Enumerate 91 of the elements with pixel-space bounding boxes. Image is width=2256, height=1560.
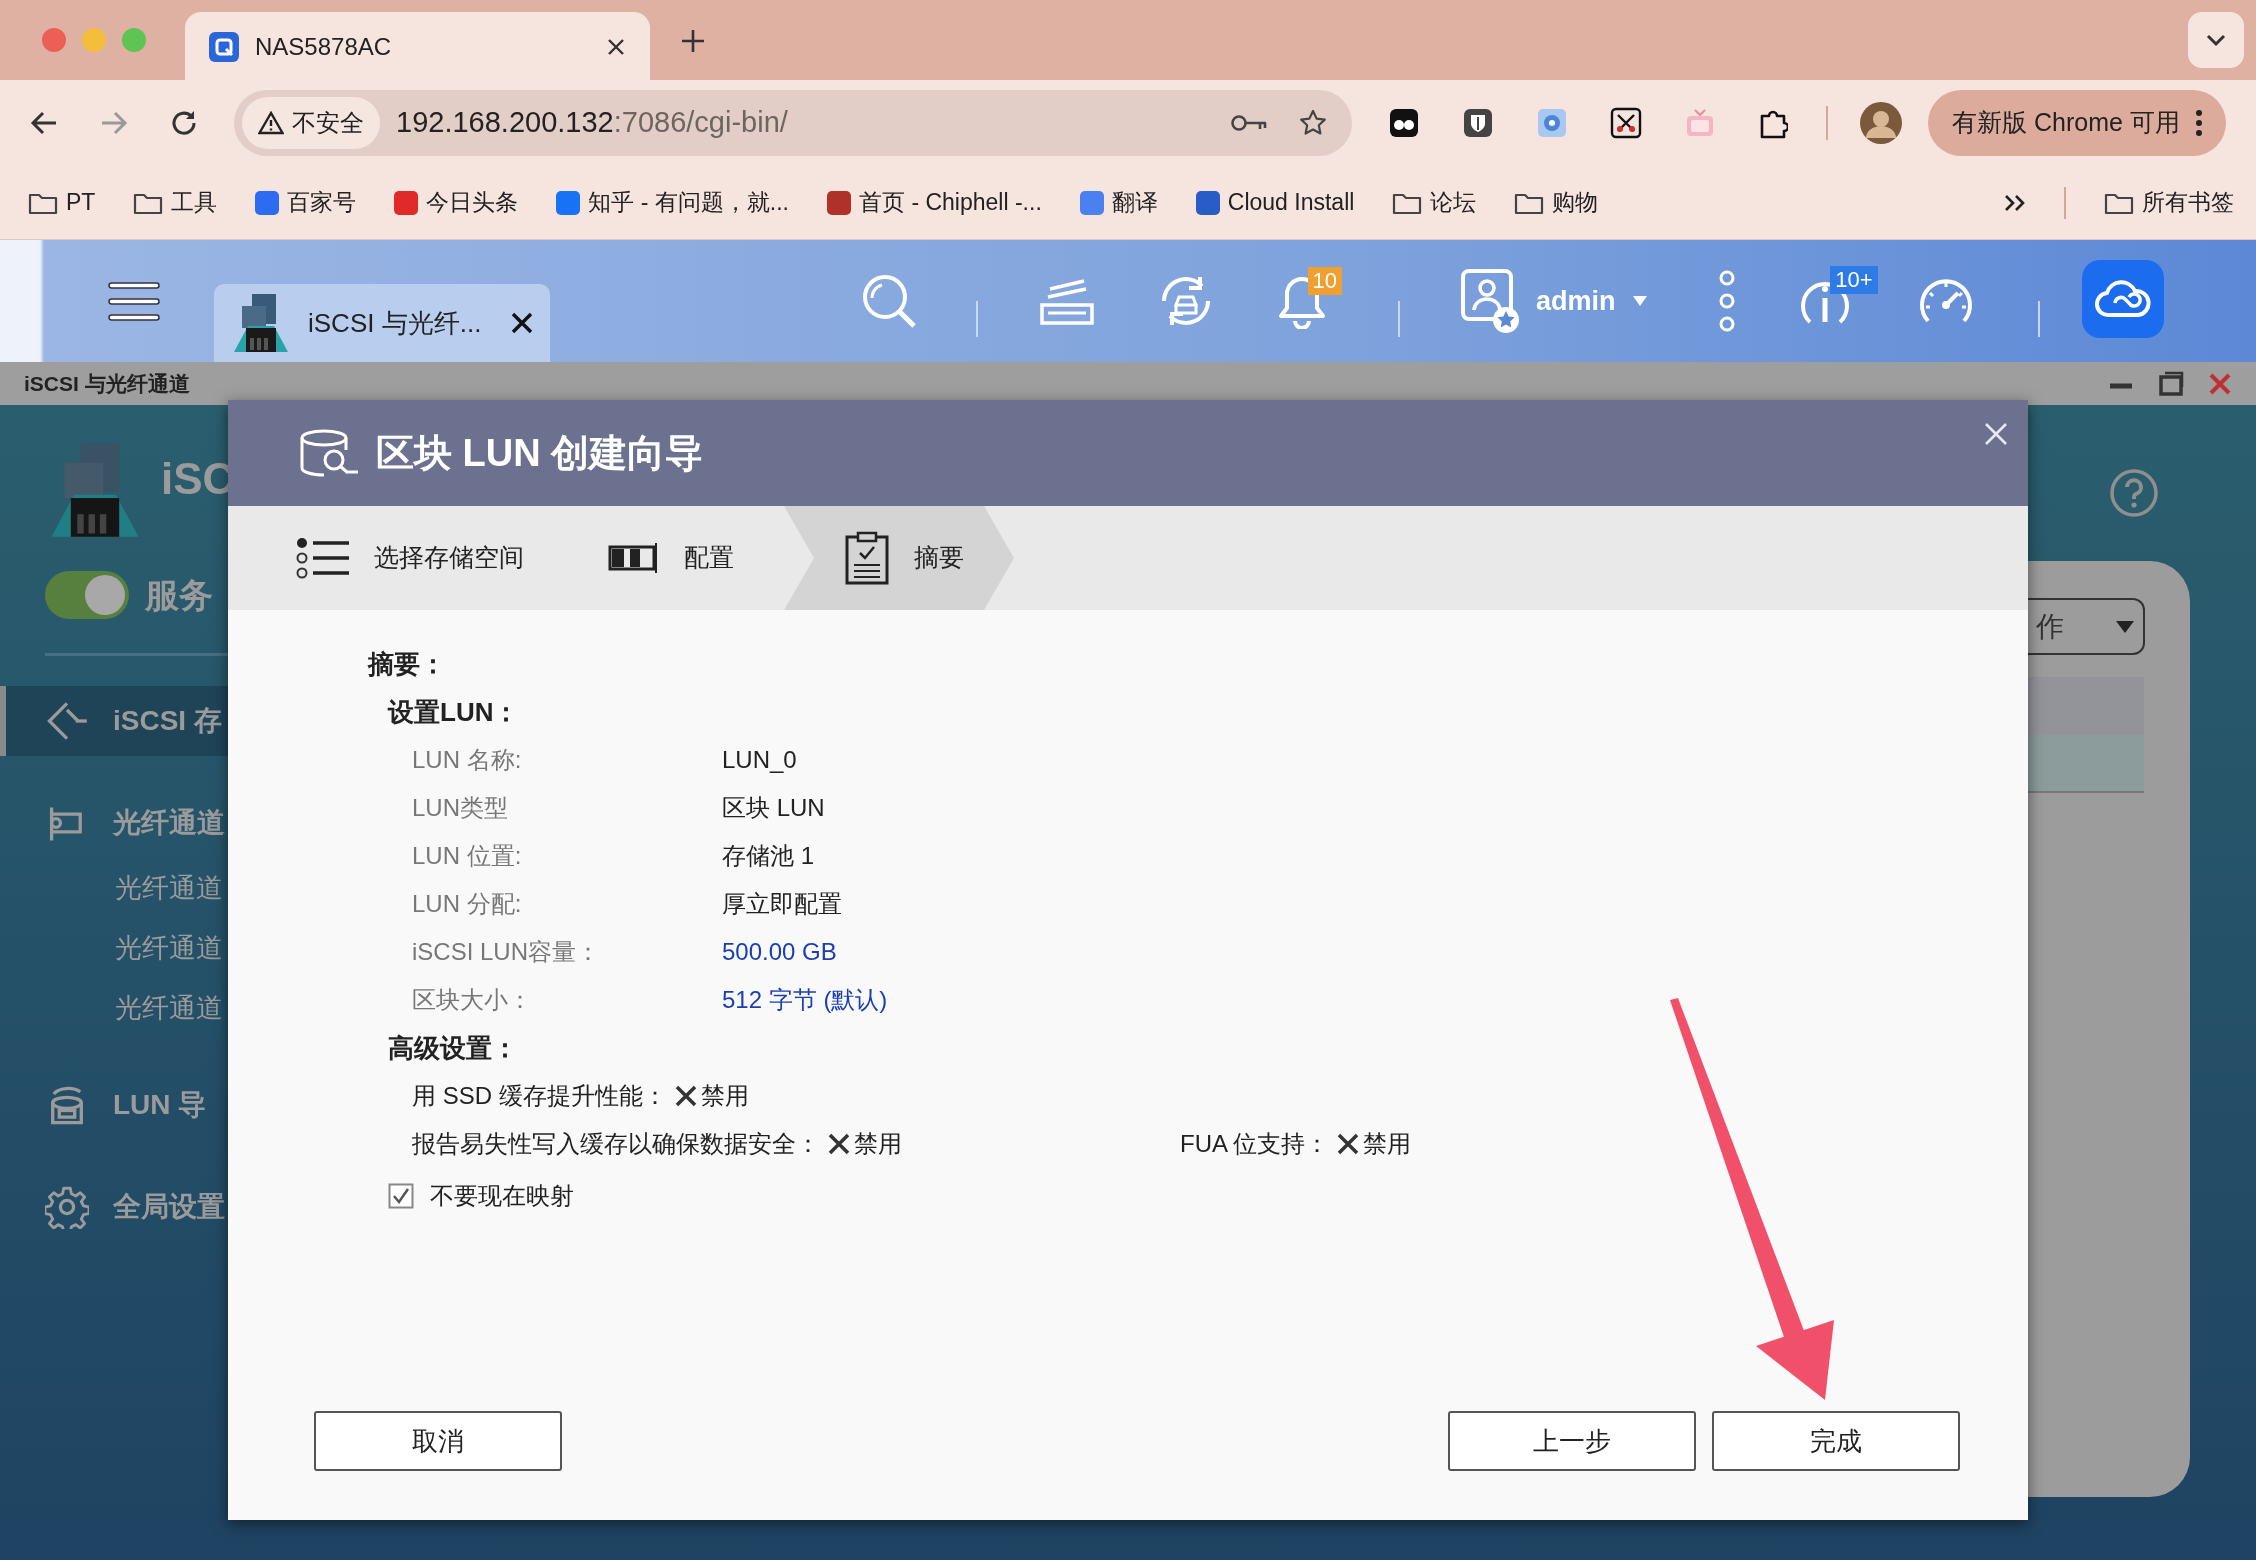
field-label: 区块大小：	[412, 985, 533, 1015]
setting-status: 禁用	[674, 1078, 749, 1114]
service-label: 服务	[145, 574, 213, 616]
close-icon[interactable]	[510, 311, 534, 335]
help-icon[interactable]	[2109, 468, 2159, 518]
bookmark-link[interactable]: Cloud Install	[1195, 185, 1355, 220]
notification-count: 10	[1307, 267, 1342, 295]
caret-down-icon	[2115, 619, 2135, 634]
bookmark-link[interactable]: 首页 - Chiphell -...	[827, 185, 1042, 220]
cross-icon	[828, 1133, 850, 1155]
summary-heading: 摘要：	[368, 647, 447, 681]
database-search-icon	[298, 428, 360, 478]
scissors-icon[interactable]	[1610, 107, 1642, 139]
wizard-step[interactable]: 选择存储空间	[242, 506, 574, 610]
field-value: LUN_0	[722, 745, 797, 775]
wizard-step[interactable]: 配置	[574, 506, 784, 610]
service-toggle[interactable]	[45, 571, 129, 619]
shield-icon[interactable]	[1462, 107, 1494, 139]
cross-icon	[1337, 1133, 1360, 1155]
extension-icon[interactable]	[1388, 107, 1420, 139]
bookmark-link[interactable]: 工具	[133, 185, 218, 220]
update-button[interactable]: 有新版 Chrome 可用	[1928, 90, 2226, 156]
field-value: 厚立即配置	[722, 889, 842, 919]
user-admin-icon	[1460, 268, 1520, 334]
setting-label: 用 SSD 缓存提升性能：	[412, 1081, 667, 1111]
url-path[interactable]: :7086/cgi-bin/	[613, 101, 788, 145]
caret-down-icon	[1631, 295, 1648, 307]
section-heading: 高级设置：	[388, 1031, 519, 1065]
bookmark-link[interactable]: 百家号	[255, 185, 357, 220]
field-label: LUN 分配:	[412, 889, 523, 919]
map-checkbox-label[interactable]: 不要现在映射	[388, 1172, 2028, 1220]
field-value: 500.00 GB	[722, 937, 837, 967]
setting-label: 报告易失性写入缓存以确保数据安全：	[412, 1129, 820, 1159]
setting-status: 禁用	[828, 1126, 902, 1162]
bookmark-link[interactable]: 今日头条	[394, 185, 519, 220]
setting-status: 禁用	[1337, 1126, 1412, 1162]
security-chip[interactable]: 不安全	[242, 97, 380, 149]
all-bookmarks-link[interactable]: 所有书签	[2104, 185, 2234, 220]
restore-icon[interactable]	[2158, 370, 2184, 397]
field-label: LUN 名称:	[412, 745, 523, 775]
key-icon[interactable]	[1230, 113, 1268, 133]
more-vertical-icon	[2195, 110, 2202, 136]
url-host[interactable]: 192.168.200.132	[396, 101, 614, 145]
bookmark-link[interactable]: 论坛	[1392, 185, 1477, 220]
cancel-button[interactable]: 取消	[314, 1411, 562, 1471]
sidebar-item[interactable]: iSCSI 存	[0, 686, 228, 756]
more-chevrons-icon[interactable]	[2004, 192, 2026, 213]
field-label: iSCSI LUN容量：	[412, 937, 602, 967]
avatar-icon[interactable]	[1860, 102, 1902, 144]
columns-icon	[608, 543, 660, 573]
new-tab-icon[interactable]	[680, 28, 706, 54]
info-count: 10+	[1830, 266, 1878, 294]
back-button[interactable]: 上一步	[1448, 1411, 1696, 1471]
app-title: iSC	[161, 453, 235, 505]
section-heading: 设置LUN：	[388, 695, 521, 729]
warning-icon	[258, 111, 284, 135]
field-value: 区块 LUN	[722, 793, 825, 823]
cloud-button[interactable]	[2081, 260, 2164, 338]
field-value: 512 字节 (默认)	[722, 985, 888, 1015]
more-vertical-icon[interactable]	[1717, 270, 1736, 332]
browser-tab[interactable]: NAS5878AC	[185, 12, 650, 82]
list-icon	[296, 536, 350, 580]
field-label: LUN类型	[412, 793, 509, 823]
cross-icon	[674, 1085, 697, 1107]
reload-icon[interactable]	[170, 109, 198, 137]
checked-checkbox-icon[interactable]	[388, 1183, 414, 1209]
dialog-title: 区块 LUN 创建向导	[376, 430, 704, 476]
bookmark-link[interactable]: 知乎 - 有问题，就...	[556, 185, 789, 220]
tab-search-button[interactable]	[2188, 12, 2244, 68]
setting-label: FUA 位支持：	[1180, 1129, 1330, 1159]
wizard-step[interactable]: 摘要	[784, 506, 1014, 610]
field-value: 存储池 1	[722, 841, 814, 871]
bookmark-link[interactable]: PT	[28, 185, 96, 220]
chevron-down-icon	[2205, 33, 2227, 47]
bookmark-link[interactable]: 翻译	[1079, 185, 1158, 220]
search-icon[interactable]	[860, 272, 918, 330]
close-icon[interactable]	[606, 37, 626, 57]
app-favicon-icon	[209, 32, 239, 62]
back-arrow-icon[interactable]	[30, 110, 58, 136]
cloud-icon	[2094, 279, 2151, 319]
tab-title: NAS5878AC	[255, 32, 393, 62]
gear-icon	[45, 1185, 89, 1229]
window-title: iSCSI 与光纤通道	[24, 370, 191, 397]
finish-button[interactable]: 完成	[1712, 1411, 1960, 1471]
app-tab[interactable]: iSCSI 与光纤...	[214, 284, 550, 362]
security-label: 不安全	[292, 108, 364, 138]
bookmark-link[interactable]: 购物	[1514, 185, 1599, 220]
menu-icon[interactable]	[108, 282, 160, 322]
star-icon[interactable]	[1298, 108, 1328, 138]
field-label: LUN 位置:	[412, 841, 523, 871]
clipboard-check-icon	[844, 531, 890, 585]
